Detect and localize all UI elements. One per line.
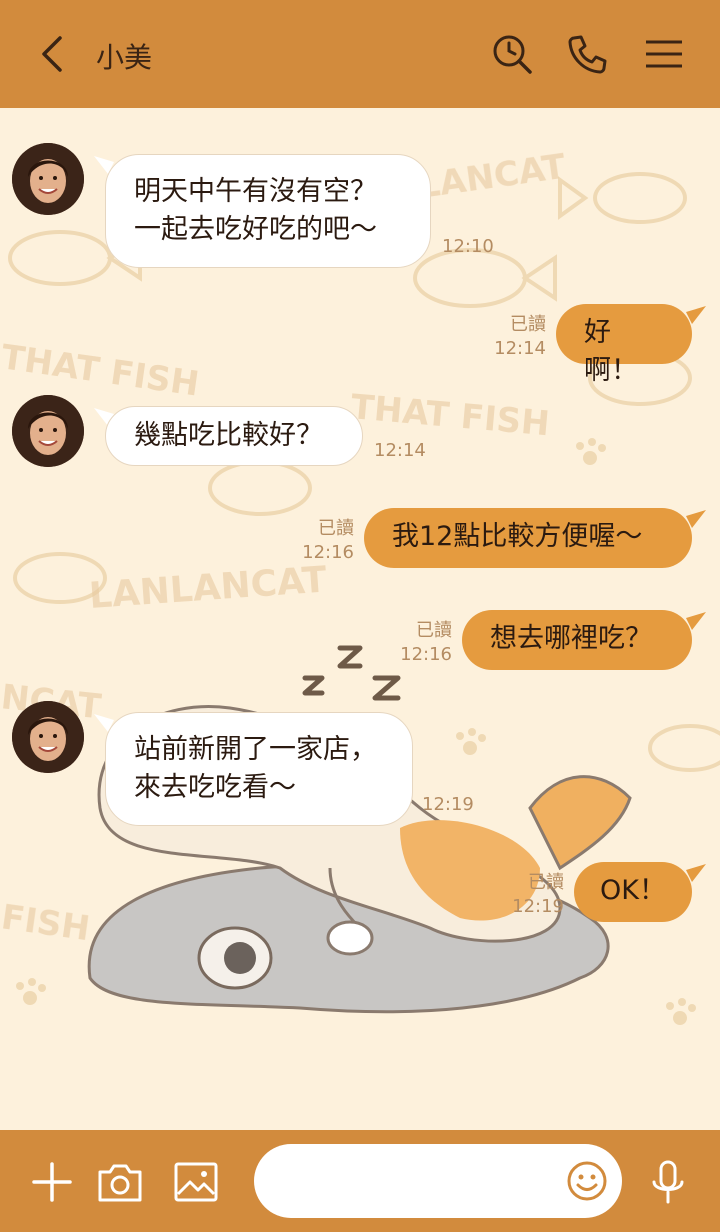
plus-icon: [32, 1162, 72, 1202]
image-icon: [174, 1162, 218, 1202]
camera-button[interactable]: [96, 1158, 144, 1206]
message-text-line: 幾點吃比較好？: [134, 420, 323, 451]
bubble-tail: [686, 864, 706, 882]
bubble-tail: [686, 306, 706, 324]
chevron-left-icon: [42, 36, 62, 72]
svg-text:THAT FISH: THAT FISH: [0, 337, 202, 404]
svg-text:LANCAT: LANCAT: [416, 147, 569, 207]
message-bubble-outgoing[interactable]: 好啊！: [556, 304, 692, 386]
message-text-line: 好啊！: [584, 317, 638, 386]
message-text-line: 一起去吃好吃的吧～: [134, 214, 377, 245]
camera-icon: [98, 1164, 142, 1202]
more-button[interactable]: [28, 1158, 76, 1206]
chat-header: 小美: [0, 0, 720, 108]
search-clock-icon: [493, 35, 532, 74]
phone-icon: [568, 35, 607, 74]
emoji-button[interactable]: [566, 1160, 608, 1202]
read-receipt: 已讀: [318, 518, 354, 539]
image-button[interactable]: [172, 1158, 220, 1206]
message-bubble-incoming[interactable]: 站前新開了一家店， 來去吃吃看～: [105, 712, 413, 826]
message-text-line: OK！: [600, 875, 666, 906]
contact-name[interactable]: 小美: [96, 36, 152, 76]
hamburger-icon: [646, 40, 682, 68]
contact-avatar[interactable]: [12, 701, 84, 773]
svg-text:LANLANCAT: LANLANCAT: [88, 559, 329, 617]
svg-text:THAT FISH: THAT FISH: [349, 387, 551, 444]
message-time: 12:14: [494, 338, 546, 359]
back-button[interactable]: [32, 30, 72, 78]
bubble-tail: [686, 612, 706, 630]
voice-button[interactable]: [644, 1158, 692, 1206]
message-composer: [0, 1130, 720, 1232]
bubble-tail: [686, 510, 706, 528]
call-button[interactable]: [564, 30, 612, 78]
message-time: 12:16: [400, 644, 452, 665]
profile-photo: [12, 395, 84, 467]
search-button[interactable]: [488, 30, 536, 78]
read-receipt: 已讀: [528, 872, 564, 893]
message-bubble-outgoing[interactable]: 我12點比較方便喔～: [364, 508, 692, 568]
menu-button[interactable]: [640, 30, 688, 78]
message-text-line: 站前新開了一家店，: [134, 734, 377, 765]
message-time: 12:14: [374, 440, 426, 461]
microphone-icon: [652, 1160, 684, 1204]
profile-photo: [12, 701, 84, 773]
chat-area[interactable]: LANCAT THAT FISH THAT FISH LANLANCAT NCA…: [0, 108, 720, 1130]
message-time: 12:19: [512, 896, 564, 917]
read-receipt: 已讀: [416, 620, 452, 641]
message-time: 12:16: [302, 542, 354, 563]
message-time: 12:10: [442, 236, 494, 257]
message-bubble-outgoing[interactable]: OK！: [574, 862, 692, 922]
message-text-line: 明天中午有沒有空？: [134, 176, 377, 207]
message-text-line: 我12點比較方便喔～: [392, 521, 643, 552]
message-bubble-outgoing[interactable]: 想去哪裡吃？: [462, 610, 692, 670]
message-time: 12:19: [422, 794, 474, 815]
message-bubble-incoming[interactable]: 明天中午有沒有空？ 一起去吃好吃的吧～: [105, 154, 431, 268]
read-receipt: 已讀: [510, 314, 546, 335]
svg-text:FISH: FISH: [0, 897, 92, 949]
message-text-line: 想去哪裡吃？: [490, 623, 652, 654]
message-text-line: 來去吃吃看～: [134, 772, 296, 803]
contact-avatar[interactable]: [12, 143, 84, 215]
smiley-icon: [567, 1161, 607, 1201]
profile-photo: [12, 143, 84, 215]
message-bubble-incoming[interactable]: 幾點吃比較好？: [105, 406, 363, 466]
contact-avatar[interactable]: [12, 395, 84, 467]
